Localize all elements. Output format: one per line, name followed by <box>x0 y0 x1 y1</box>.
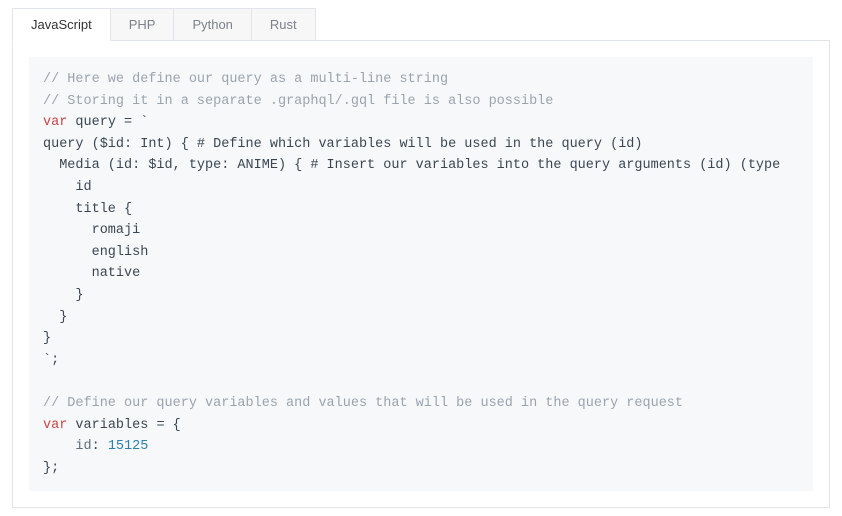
tab-php[interactable]: PHP <box>110 8 175 40</box>
code-line: Media (id: $id, type: ANIME) { # Insert … <box>43 158 780 173</box>
code-comment: // Define our query variables and values… <box>43 396 683 411</box>
code-line: } <box>43 331 51 346</box>
code-block: // Here we define our query as a multi-l… <box>29 57 813 491</box>
code-punct: }; <box>43 461 59 476</box>
code-identifier: query <box>75 115 116 130</box>
code-line: `; <box>43 353 59 368</box>
code-identifier: variables <box>75 418 148 433</box>
code-keyword: var <box>43 418 67 433</box>
code-line: romaji <box>43 223 140 238</box>
code-punct: = { <box>148 418 180 433</box>
code-line: } <box>43 288 84 303</box>
code-comment: // Storing it in a separate .graphql/.gq… <box>43 94 553 109</box>
tab-javascript[interactable]: JavaScript <box>12 8 111 41</box>
code-line: english <box>43 245 148 260</box>
code-line: id <box>43 180 92 195</box>
code-panel: // Here we define our query as a multi-l… <box>12 41 830 508</box>
tab-rust[interactable]: Rust <box>251 8 316 40</box>
code-keyword: var <box>43 115 67 130</box>
code-punct: : <box>92 439 108 454</box>
tab-bar: JavaScript PHP Python Rust <box>12 8 830 41</box>
code-punct: = ` <box>116 115 148 130</box>
code-prop: id <box>43 439 92 454</box>
code-line: title { <box>43 202 132 217</box>
code-line: } <box>43 310 67 325</box>
code-line: native <box>43 266 140 281</box>
code-comment: // Here we define our query as a multi-l… <box>43 72 448 87</box>
code-number: 15125 <box>108 439 149 454</box>
code-line: query ($id: Int) { # Define which variab… <box>43 137 643 152</box>
tab-python[interactable]: Python <box>173 8 251 40</box>
